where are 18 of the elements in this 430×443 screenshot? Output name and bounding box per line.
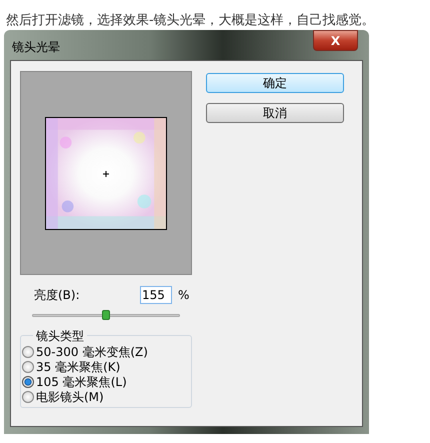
dialog-button[interactable]: 取消 xyxy=(206,103,344,123)
radio-button[interactable] xyxy=(22,360,34,372)
close-button[interactable]: X xyxy=(313,30,358,51)
brightness-label: 亮度(B): xyxy=(34,287,81,304)
brightness-field[interactable]: 155 xyxy=(140,286,172,304)
radio-label: 50-300 毫米变焦(Z) xyxy=(36,344,148,360)
radio-label: 35 毫米聚焦(K) xyxy=(36,358,120,376)
window-title: 镜头光晕 xyxy=(12,39,60,56)
radio-label: 105 毫米聚焦(L) xyxy=(36,374,127,390)
radio-button[interactable] xyxy=(22,376,34,388)
radio-label: 电影镜头(M) xyxy=(36,388,104,406)
slider-thumb[interactable] xyxy=(102,310,110,320)
group-title: 镜头类型 xyxy=(33,327,87,345)
percent-label: % xyxy=(178,287,190,304)
dialog-button[interactable]: 确定 xyxy=(206,73,344,93)
radio-button[interactable] xyxy=(22,346,34,358)
caption-text: 然后打开滤镜，选择效果-镜头光晕，大概是这样，自己找感觉。 xyxy=(6,13,375,28)
radio-button[interactable] xyxy=(22,390,34,402)
